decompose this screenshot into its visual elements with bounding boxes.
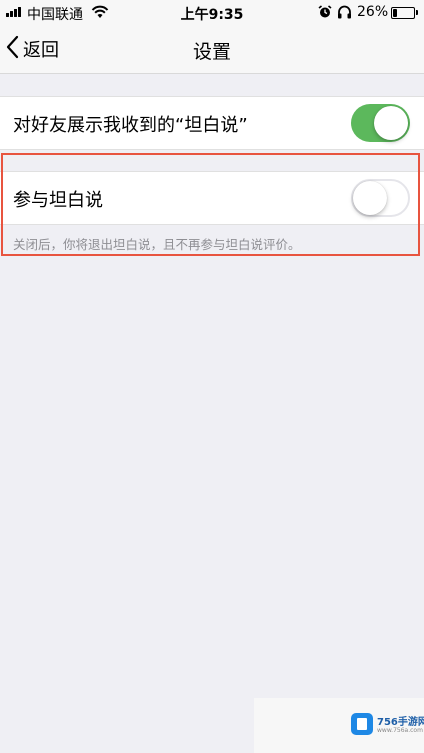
battery-percent: 26%: [357, 4, 389, 20]
status-bar: 中国联通 上午9:35 26%: [0, 0, 424, 26]
page-title: 设置: [192, 41, 231, 63]
setting-show-to-friends: 对好友展示我收到的“坦白说”: [0, 96, 424, 150]
alarm-icon: [318, 5, 332, 23]
navigation-bar: 返回 设置: [0, 26, 424, 74]
battery-cap: [416, 10, 418, 15]
headphones-icon: [337, 5, 352, 23]
watermark: 756手游网 www.756a.com: [254, 698, 424, 753]
show-to-friends-toggle[interactable]: [351, 104, 410, 142]
toggle-knob: [374, 106, 408, 140]
watermark-logo-icon: [351, 713, 373, 735]
watermark-url: www.756a.com: [377, 727, 423, 734]
watermark-name: 756手游网: [377, 717, 424, 728]
battery-icon: [391, 7, 415, 19]
highlight-box: [1, 153, 420, 256]
setting-show-to-friends-label: 对好友展示我收到的“坦白说”: [13, 115, 248, 136]
